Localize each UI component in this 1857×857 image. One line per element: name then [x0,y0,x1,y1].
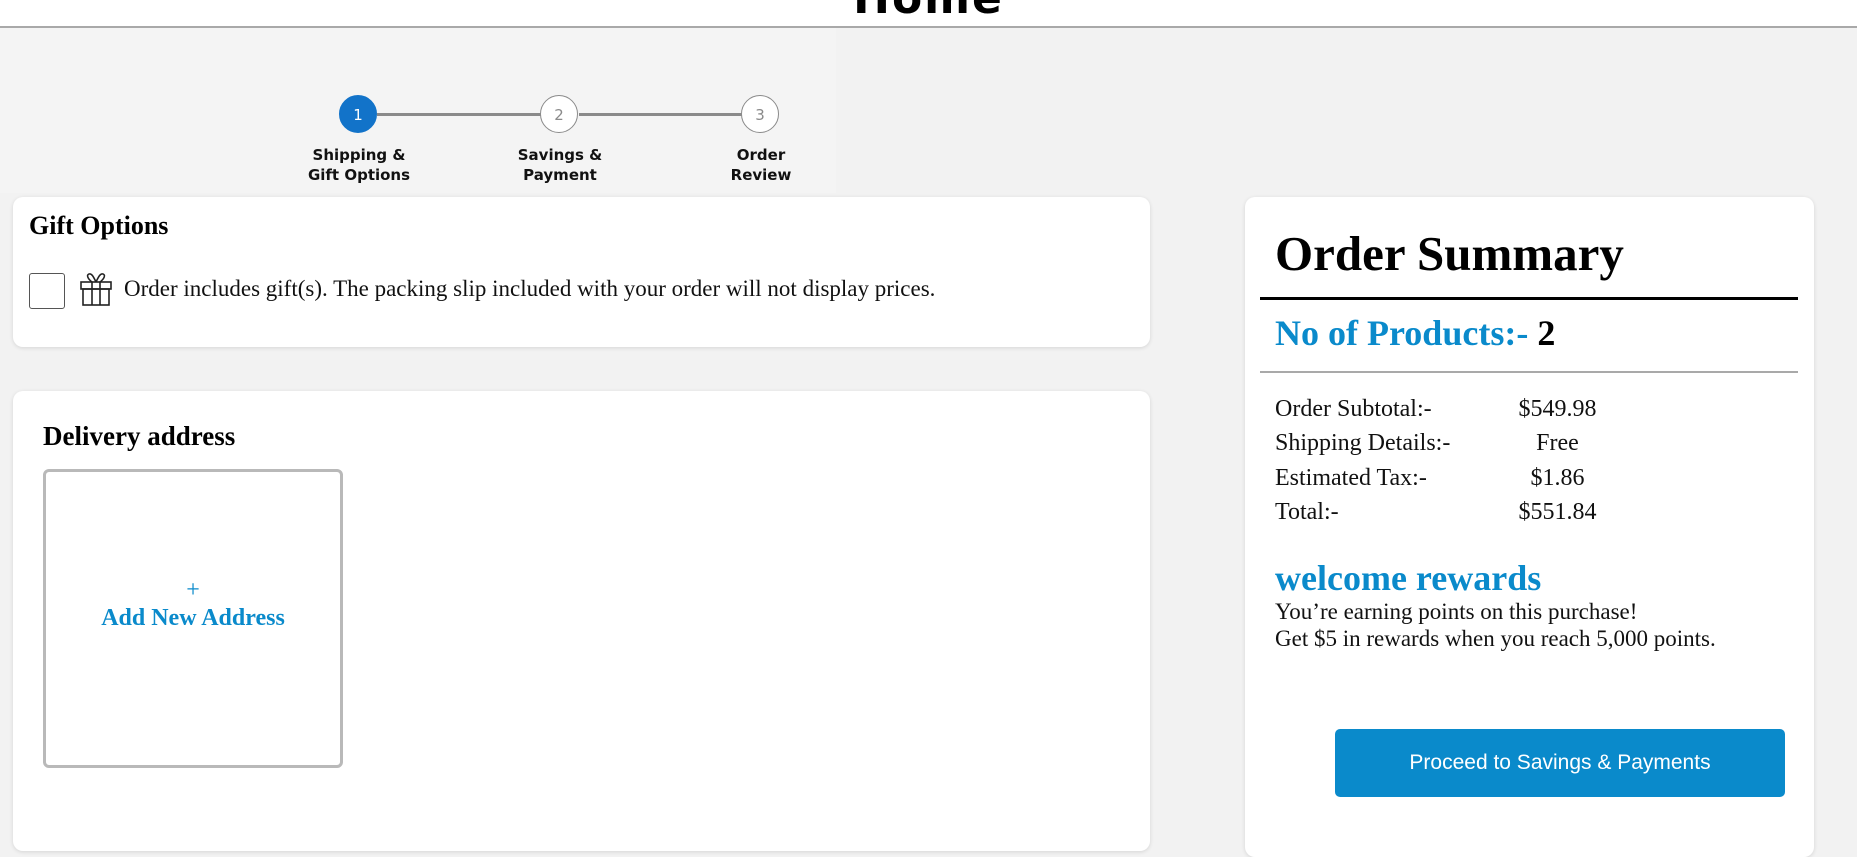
site-header: Home [0,0,1857,28]
products-count-label: No of Products:- [1275,313,1529,353]
order-summary-card: Order Summary No of Products:- 2 Order S… [1245,197,1814,857]
delivery-address-heading: Delivery address [43,421,236,451]
plus-icon: + [186,577,200,603]
products-count-line: No of Products:- 2 [1275,312,1555,354]
summary-row-subtotal: Order Subtotal:- $549.98 [1275,396,1775,430]
stepper-connector [579,113,743,116]
order-summary-title: Order Summary [1275,226,1624,281]
summary-divider [1260,297,1798,300]
gift-options-card: Gift Options Order includes gift(s). The… [13,197,1150,347]
summary-row-shipping: Shipping Details:- Free [1275,430,1775,464]
proceed-to-payment-button[interactable]: Proceed to Savings & Payments [1335,729,1785,797]
summary-row-total: Total:- $551.84 [1275,499,1775,533]
step-2-label: Savings & Payment [517,146,603,184]
gift-options-heading: Gift Options [29,211,169,240]
add-new-address-button[interactable]: + Add New Address [43,469,343,768]
summary-row-label: Order Subtotal:- [1275,396,1432,422]
delivery-address-card: Delivery address + Add New Address [13,391,1150,851]
summary-row-value: $549.98 [1518,396,1597,422]
stepper-connector [377,113,541,116]
step-1-indicator[interactable]: 1 [339,95,377,133]
step-1-label: Shipping & Gift Options [307,146,411,184]
rewards-title: welcome rewards [1275,558,1542,598]
summary-row-value: Free [1536,430,1579,456]
gift-checkbox[interactable] [29,273,65,309]
rewards-text: Get $5 in rewards when you reach 5,000 p… [1275,626,1716,651]
products-count-value: 2 [1537,313,1556,353]
summary-row-value: $551.84 [1518,499,1597,525]
checkout-stepper: 1 2 3 Shipping & Gift Options Savings & … [0,28,836,193]
summary-row-value: $1.86 [1530,465,1585,491]
summary-row-tax: Estimated Tax:- $1.86 [1275,465,1775,499]
step-2-indicator[interactable]: 2 [540,95,578,133]
rewards-text: You’re earning points on this purchase! [1275,599,1638,624]
gift-option-text: Order includes gift(s). The packing slip… [124,276,936,301]
summary-divider [1260,371,1798,373]
summary-row-label: Total:- [1275,499,1339,525]
header-title: Home [0,0,1857,24]
step-3-indicator[interactable]: 3 [741,95,779,133]
add-new-address-label: Add New Address [101,605,285,631]
summary-row-label: Estimated Tax:- [1275,465,1427,491]
step-3-label: Order Review [730,146,792,184]
summary-row-label: Shipping Details:- [1275,430,1451,456]
gift-icon [80,273,112,306]
